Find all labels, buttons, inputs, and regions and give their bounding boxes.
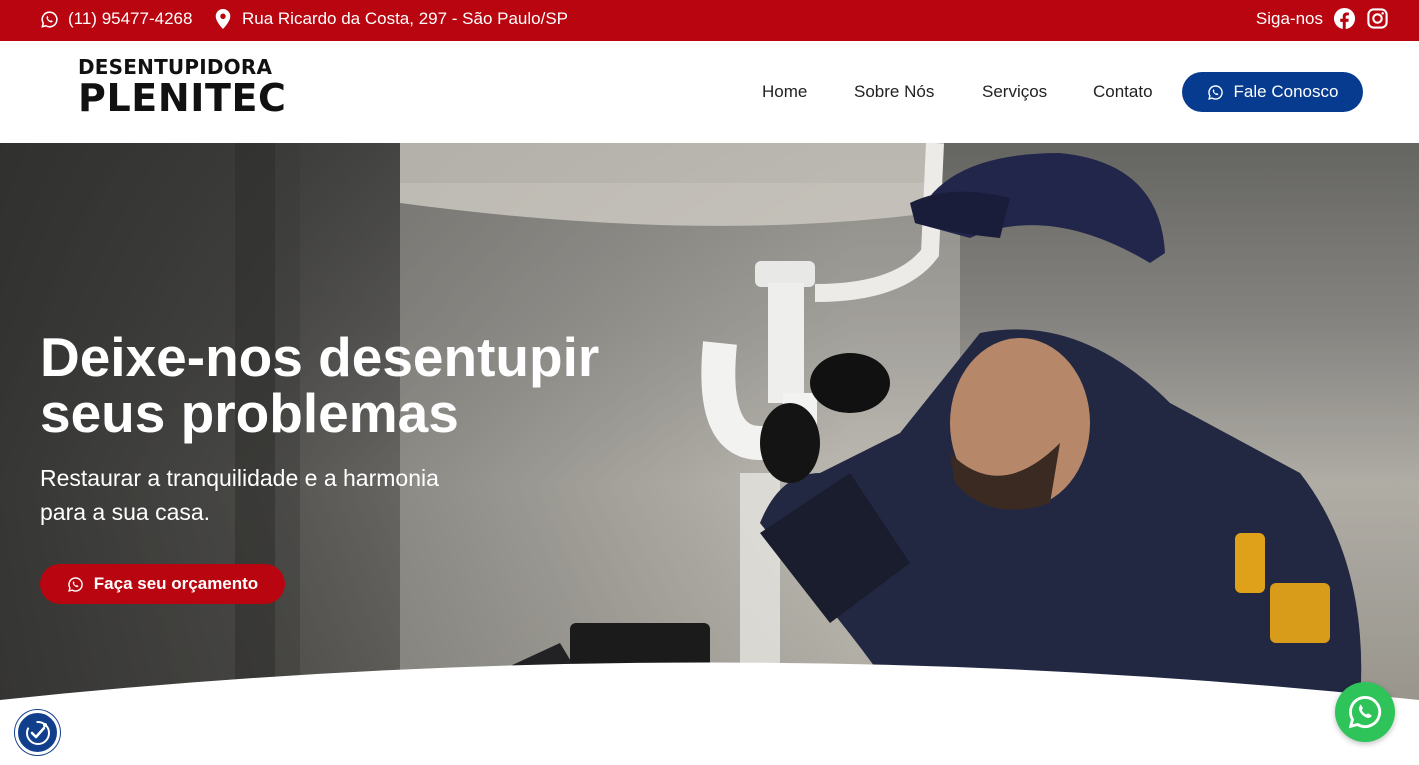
whatsapp-icon <box>67 576 84 593</box>
orcamento-label: Faça seu orçamento <box>93 574 259 593</box>
nav-sobre-nos[interactable]: Sobre Nós <box>854 82 934 102</box>
topbar-address-text: Rua Ricardo da Costa, 297 - São Paulo/SP <box>242 9 569 28</box>
site-logo[interactable]: DESENTUPIDORA PLENITEC <box>78 55 287 120</box>
map-pin-icon <box>214 9 232 29</box>
logo-line1: DESENTUPIDORA <box>78 55 273 79</box>
nav-contato[interactable]: Contato <box>1093 82 1153 102</box>
social-links: Siga-nos <box>1256 7 1389 30</box>
whatsapp-float-button[interactable] <box>1335 682 1395 742</box>
hero-subtitle-line2: para a sua casa. <box>40 499 211 525</box>
topbar-phone-link[interactable]: (11) 95477-4268 <box>40 9 192 29</box>
fale-conosco-button[interactable]: Fale Conosco <box>1182 72 1363 112</box>
accessibility-icon <box>24 719 52 747</box>
topbar-address[interactable]: Rua Ricardo da Costa, 297 - São Paulo/SP <box>214 9 568 29</box>
facebook-icon[interactable] <box>1333 7 1356 30</box>
fale-conosco-label: Fale Conosco <box>1233 82 1339 101</box>
site-header: DESENTUPIDORA PLENITEC Home Sobre Nós Se… <box>0 41 1419 143</box>
hero-wave-divider <box>0 662 1419 765</box>
topbar-phone-text: (11) 95477-4268 <box>68 9 193 28</box>
hero-title-line1: Deixe-nos desentupir <box>40 326 600 388</box>
top-bar: (11) 95477-4268 Rua Ricardo da Costa, 29… <box>0 0 1419 41</box>
nav-home[interactable]: Home <box>762 82 807 102</box>
nav-servicos[interactable]: Serviços <box>982 82 1047 102</box>
hero-title: Deixe-nos desentupir seus problemas <box>40 329 680 441</box>
hero-subtitle: Restaurar a tranquilidade e a harmonia p… <box>40 461 540 529</box>
logo-line2: PLENITEC <box>78 76 287 120</box>
hero-subtitle-line1: Restaurar a tranquilidade e a harmonia <box>40 465 439 491</box>
whatsapp-icon <box>1346 693 1384 731</box>
whatsapp-icon <box>40 10 59 29</box>
follow-label: Siga-nos <box>1255 8 1323 28</box>
instagram-icon[interactable] <box>1366 7 1389 30</box>
whatsapp-icon <box>1207 84 1224 101</box>
orcamento-button[interactable]: Faça seu orçamento <box>40 564 285 604</box>
accessibility-button[interactable] <box>15 710 60 755</box>
hero-title-line2: seus problemas <box>40 382 459 444</box>
